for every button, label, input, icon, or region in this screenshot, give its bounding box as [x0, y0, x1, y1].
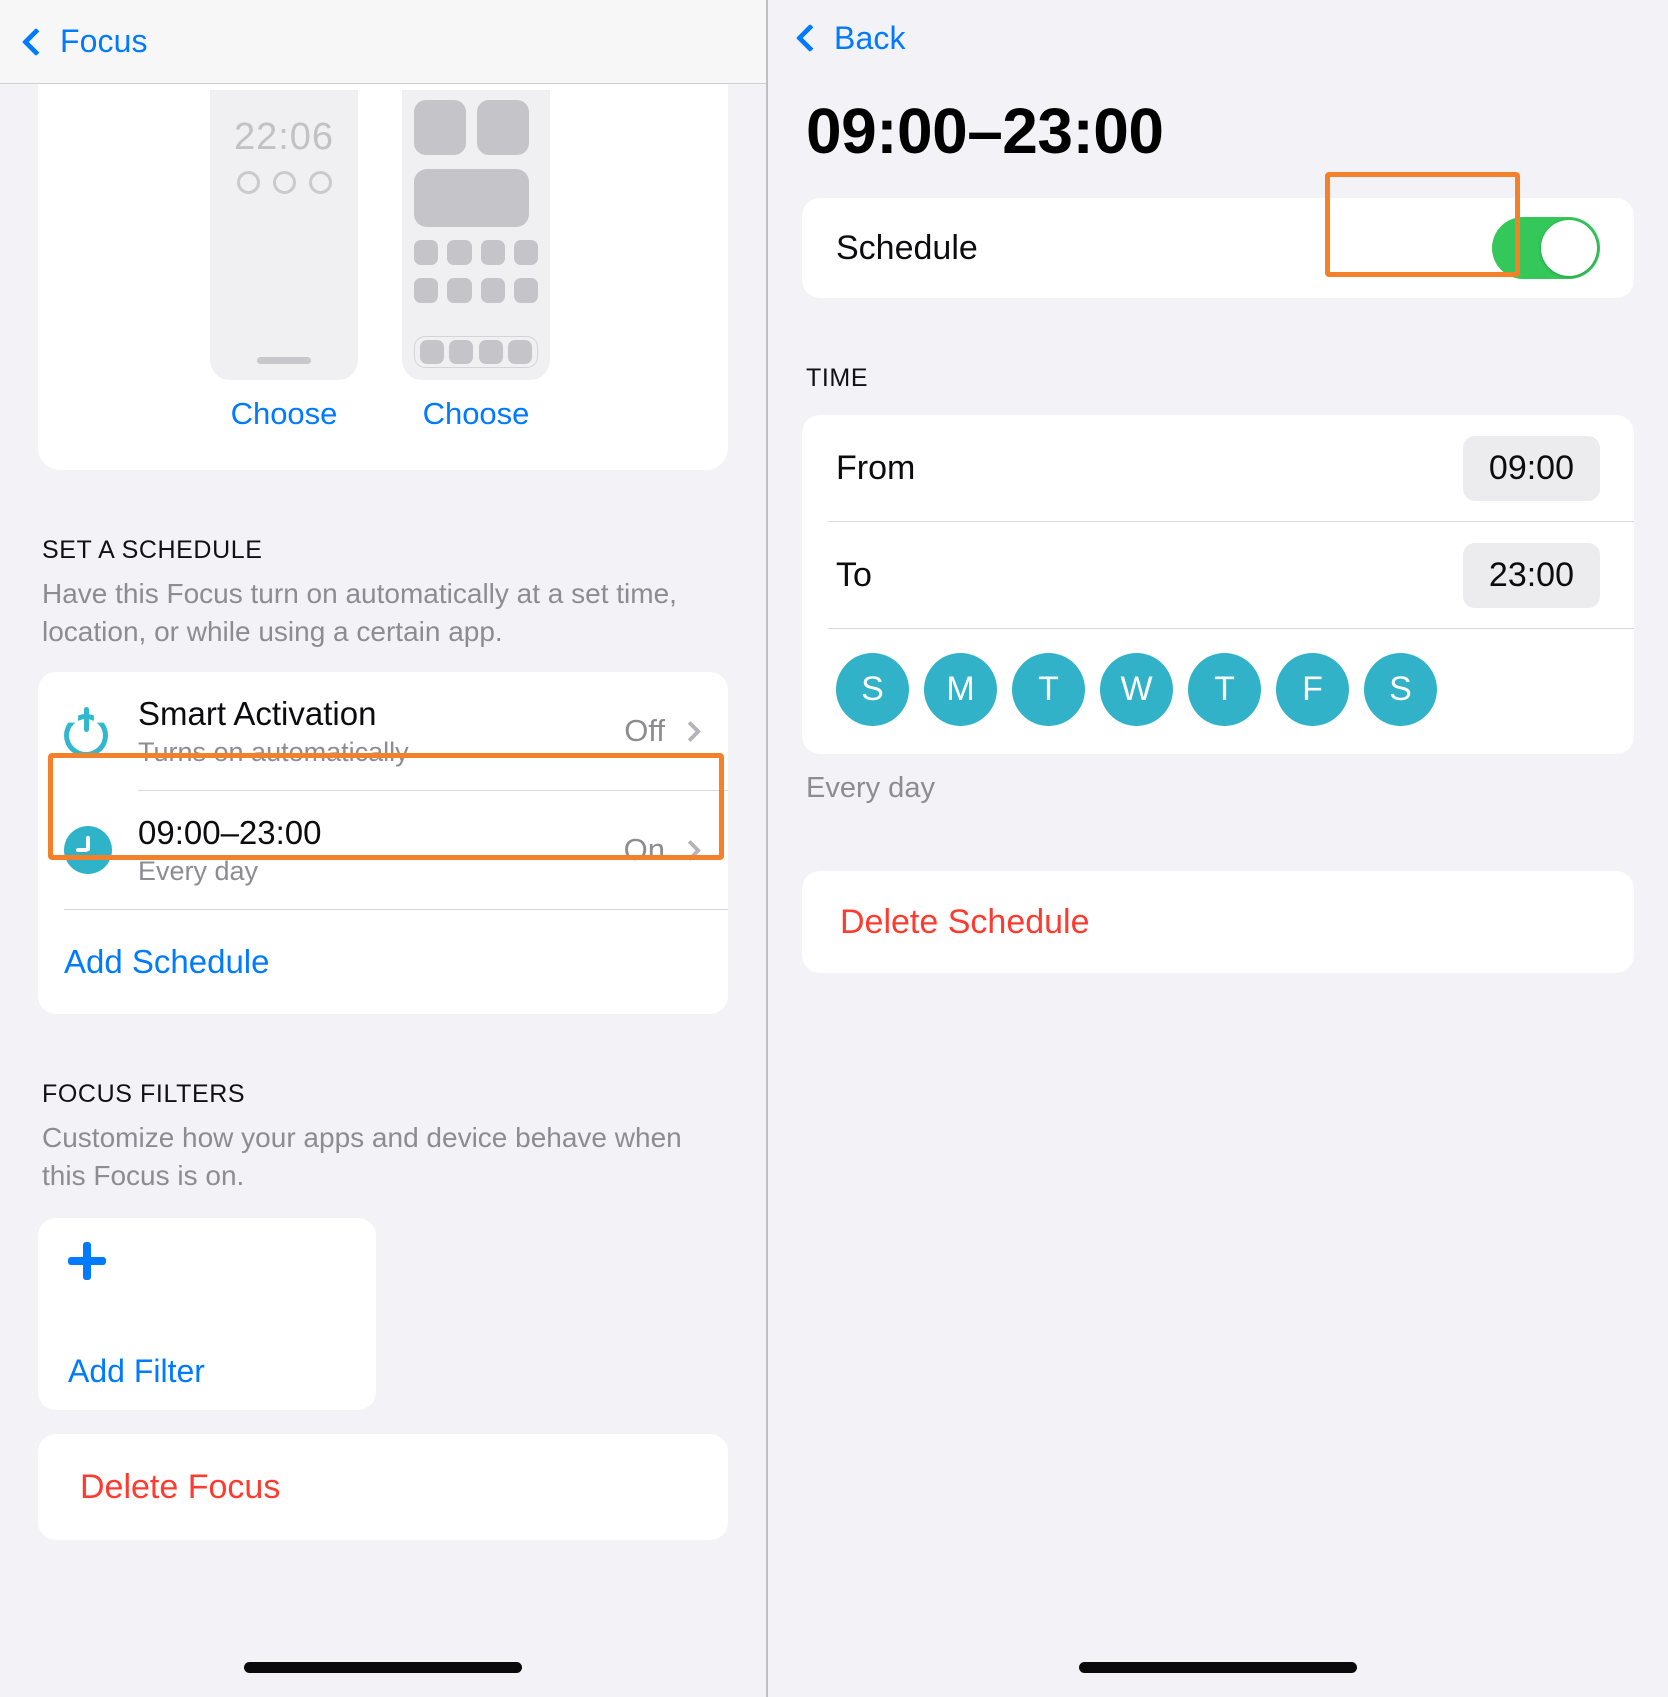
add-filter-card[interactable]: Add Filter	[38, 1218, 376, 1411]
delete-focus-button[interactable]: Delete Focus	[38, 1434, 728, 1541]
schedule-time-text: 09:00–23:00 Every day	[138, 814, 624, 887]
smart-activation-value: Off	[624, 713, 665, 749]
chevron-left-icon	[21, 27, 51, 56]
lock-screen-mock: 22:06	[210, 90, 358, 380]
schedule-toggle[interactable]	[1492, 217, 1600, 279]
focus-settings-screen: Focus 22:06 Choose Choose SET A SCHEDULE…	[0, 0, 768, 1697]
lock-screen-time: 22:06	[233, 116, 335, 158]
schedule-toggle-card: Schedule	[802, 198, 1634, 298]
smart-activation-text: Smart Activation Turns on automatically	[138, 695, 624, 768]
time-section-title: TIME	[806, 364, 869, 392]
navigation-bar: Focus	[0, 0, 766, 84]
choose-lock-screen-button[interactable]: Choose	[210, 396, 358, 432]
from-label: From	[836, 448, 916, 487]
set-a-schedule-header-group: SET A SCHEDULE Have this Focus turn on a…	[0, 536, 766, 650]
add-filter-label: Add Filter	[68, 1353, 205, 1390]
home-indicator	[244, 1662, 522, 1673]
delete-focus-label: Delete Focus	[80, 1467, 281, 1506]
choose-home-screen-button[interactable]: Choose	[402, 396, 550, 432]
toggle-knob	[1541, 220, 1597, 276]
dual-screenshot-container: Focus 22:06 Choose Choose SET A SCHEDULE…	[0, 0, 1668, 1697]
set-a-schedule-description: Have this Focus turn on automatically at…	[42, 578, 677, 647]
from-row[interactable]: From 09:00	[802, 415, 1634, 521]
wide-widget	[414, 169, 529, 227]
navigation-bar: Back	[768, 0, 1668, 76]
focus-filters-title: FOCUS FILTERS	[42, 1080, 246, 1109]
choose-buttons-row: Choose Choose	[38, 396, 728, 432]
back-button-label: Focus	[60, 23, 148, 59]
day-toggle-saturday[interactable]: S	[1364, 653, 1437, 726]
home-screen-preview[interactable]	[402, 90, 550, 380]
app-icon-row-1	[414, 240, 538, 265]
dock	[414, 336, 538, 368]
app-icon-row-2	[414, 278, 538, 303]
day-toggle-wednesday[interactable]: W	[1100, 653, 1173, 726]
delete-schedule-label: Delete Schedule	[840, 902, 1090, 941]
back-button-label: Back	[834, 19, 906, 56]
schedule-toggle-row[interactable]: Schedule	[802, 198, 1634, 298]
chevron-left-icon	[795, 23, 825, 53]
chevron-right-icon	[679, 839, 702, 861]
schedule-time-title: 09:00–23:00	[138, 813, 322, 851]
day-toggle-tuesday[interactable]: T	[1012, 653, 1085, 726]
home-screen-mock	[402, 90, 550, 380]
add-schedule-label: Add Schedule	[64, 943, 270, 981]
schedule-card: Smart Activation Turns on automatically …	[38, 672, 728, 1015]
back-button-focus[interactable]: Focus	[21, 23, 148, 60]
smart-activation-title: Smart Activation	[138, 694, 377, 732]
lock-screen-home-indicator	[257, 357, 311, 364]
back-button[interactable]: Back	[795, 19, 906, 57]
schedule-time-row[interactable]: 09:00–23:00 Every day On	[38, 791, 728, 909]
plus-icon	[68, 1242, 106, 1281]
time-card: From 09:00 To 23:00 S M T W T F S	[802, 415, 1634, 754]
day-toggle-friday[interactable]: F	[1276, 653, 1349, 726]
schedule-detail-screen: Back 09:00–23:00 Schedule TIME From 09:0…	[768, 0, 1668, 1697]
schedule-time-subtitle: Every day	[138, 855, 259, 886]
day-selector: S M T W T F S	[802, 629, 1634, 754]
smart-activation-row[interactable]: Smart Activation Turns on automatically …	[38, 672, 728, 790]
to-value[interactable]: 23:00	[1462, 542, 1600, 608]
focus-filters-header-group: FOCUS FILTERS Customize how your apps an…	[0, 1080, 766, 1194]
to-label: To	[836, 555, 872, 594]
to-row[interactable]: To 23:00	[802, 522, 1634, 628]
widget-row	[414, 100, 538, 155]
days-summary-text: Every day	[806, 772, 935, 804]
day-toggle-monday[interactable]: M	[924, 653, 997, 726]
day-toggle-sunday[interactable]: S	[836, 653, 909, 726]
add-schedule-button[interactable]: Add Schedule	[38, 910, 728, 1014]
preview-thumbnails: 22:06	[38, 84, 728, 380]
home-indicator	[1079, 1662, 1357, 1673]
lock-screen-preview[interactable]: 22:06	[210, 90, 358, 380]
power-icon	[64, 707, 138, 758]
page-title: 09:00–23:00	[806, 95, 1164, 167]
smart-activation-subtitle: Turns on automatically	[138, 736, 409, 767]
day-toggle-thursday[interactable]: T	[1188, 653, 1261, 726]
settings-scroll-area[interactable]: 22:06 Choose Choose SET A SCHEDULE Have …	[0, 84, 766, 1697]
lock-screen-dots	[210, 171, 358, 194]
schedule-time-value: On	[623, 832, 665, 868]
from-value[interactable]: 09:00	[1462, 435, 1600, 501]
screen-preview-card: 22:06 Choose Choose	[38, 84, 728, 470]
set-a-schedule-title: SET A SCHEDULE	[42, 536, 263, 564]
focus-filters-description: Customize how your apps and device behav…	[42, 1122, 682, 1191]
schedule-toggle-label: Schedule	[836, 228, 978, 267]
delete-schedule-button[interactable]: Delete Schedule	[802, 871, 1634, 973]
clock-icon	[64, 826, 138, 875]
chevron-right-icon	[679, 720, 702, 742]
